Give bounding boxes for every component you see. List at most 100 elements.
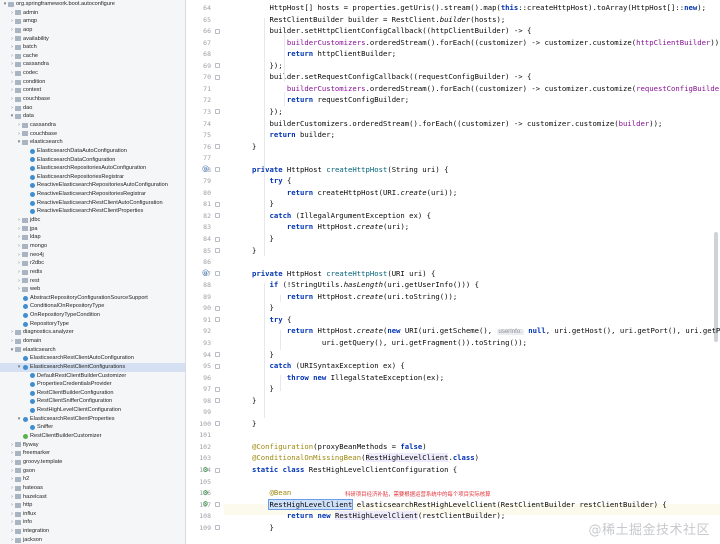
- tree-item[interactable]: ▾ ElasticsearchRestClientConfigurations: [0, 362, 185, 372]
- tree-item[interactable]: › hazelcast: [0, 493, 185, 502]
- tree-item[interactable]: › rest: [0, 277, 185, 286]
- tree-item[interactable]: RestClientBuilderCustomizer: [0, 432, 185, 441]
- tree-item[interactable]: › hateoas: [0, 484, 185, 493]
- fold-toggle-icon[interactable]: [215, 109, 220, 115]
- tree-item[interactable]: › neo4j: [0, 251, 185, 260]
- tree-item[interactable]: › freemarker: [0, 449, 185, 458]
- code-line[interactable]: builder.setHttpClientConfigCallback((htt…: [252, 25, 531, 37]
- fold-toggle-icon[interactable]: [215, 28, 220, 34]
- code-line[interactable]: }: [252, 141, 256, 153]
- tree-item[interactable]: › info: [0, 518, 185, 527]
- tree-item[interactable]: › redis: [0, 268, 185, 277]
- tree-item[interactable]: › jackson: [0, 536, 185, 544]
- tree-item[interactable]: RestHighLevelClientConfiguration: [0, 406, 185, 415]
- tree-item[interactable]: › jdbc: [0, 216, 185, 225]
- code-line[interactable]: if (!StringUtils.hasLength(uri.getUserIn…: [252, 279, 479, 291]
- code-line[interactable]: static class RestHighLevelClientConfigur…: [252, 464, 457, 476]
- tree-item[interactable]: › context: [0, 86, 185, 95]
- override-marker-icon[interactable]: @: [202, 166, 209, 173]
- tree-item[interactable]: › ldap: [0, 233, 185, 242]
- code-line[interactable]: @Bean: [252, 487, 291, 499]
- code-line[interactable]: }: [252, 418, 256, 430]
- tree-item[interactable]: › groovy.template: [0, 458, 185, 467]
- code-line[interactable]: });: [252, 106, 282, 118]
- fold-toggle-icon[interactable]: [215, 201, 220, 207]
- tree-item[interactable]: ReactiveElasticsearchRepositoriesAutoCon…: [0, 181, 185, 190]
- code-line[interactable]: @ConditionalOnMissingBean(RestHighLevelC…: [252, 452, 479, 464]
- code-line[interactable]: try {: [252, 314, 291, 326]
- tree-item[interactable]: RepositoryType: [0, 320, 185, 329]
- tree-item[interactable]: ▾ elasticsearch: [0, 346, 185, 355]
- tree-item[interactable]: › influx: [0, 510, 185, 519]
- bean-marker-icon[interactable]: ⚙: [202, 489, 209, 497]
- code-line[interactable]: }: [252, 198, 273, 210]
- fold-toggle-icon[interactable]: [215, 144, 220, 150]
- tree-item[interactable]: › diagnostics.analyzer: [0, 328, 185, 337]
- code-editor[interactable]: HttpHost[] hosts = properties.getUris().…: [224, 0, 720, 544]
- tree-item[interactable]: RestClientBuilderConfiguration: [0, 389, 185, 398]
- tree-item[interactable]: ElasticsearchRepositoriesRegistrar: [0, 173, 185, 182]
- tree-item[interactable]: › jpa: [0, 225, 185, 234]
- fold-toggle-icon[interactable]: [215, 421, 220, 427]
- tree-item[interactable]: › admin: [0, 9, 185, 18]
- code-line[interactable]: }: [252, 395, 256, 407]
- fold-toggle-icon[interactable]: [215, 167, 220, 173]
- fold-toggle-icon[interactable]: [215, 525, 220, 531]
- tree-item[interactable]: ReactiveElasticsearchRestClientAutoConfi…: [0, 199, 185, 208]
- code-line[interactable]: return createHttpHost(URI.create(uri));: [252, 187, 457, 199]
- code-line[interactable]: return HttpHost.create(uri);: [252, 221, 409, 233]
- code-line[interactable]: return new RestHighLevelClient(restClien…: [252, 510, 505, 522]
- tree-item[interactable]: Sniffer: [0, 423, 185, 432]
- bean-marker-icon[interactable]: ⚙: [202, 466, 209, 474]
- code-line[interactable]: try {: [252, 175, 291, 187]
- fold-toggle-icon[interactable]: [215, 502, 220, 508]
- tree-item[interactable]: › r2dbc: [0, 259, 185, 268]
- tree-item[interactable]: PropertiesCredentialsProvider: [0, 380, 185, 389]
- tree-item[interactable]: DefaultRestClientBuilderCustomizer: [0, 372, 185, 381]
- code-line[interactable]: return HttpHost.create(new URI(uri.getSc…: [252, 325, 720, 337]
- code-line[interactable]: return httpClientBuilder;: [252, 48, 396, 60]
- tree-item[interactable]: › amqp: [0, 17, 185, 26]
- tree-item[interactable]: › aop: [0, 26, 185, 35]
- tree-item[interactable]: › domain: [0, 337, 185, 346]
- code-line[interactable]: }: [252, 383, 273, 395]
- tree-item[interactable]: ReactiveElasticsearchRestClientPropertie…: [0, 207, 185, 216]
- tree-item[interactable]: › h2: [0, 475, 185, 484]
- code-line[interactable]: catch (IllegalArgumentException ex) {: [252, 210, 431, 222]
- tree-item[interactable]: › couchbase: [0, 130, 185, 139]
- code-line[interactable]: }: [252, 302, 273, 314]
- code-line[interactable]: }: [252, 522, 273, 534]
- tree-item[interactable]: ConditionalOnRepositoryType: [0, 302, 185, 311]
- tree-item[interactable]: › couchbase: [0, 95, 185, 104]
- tree-item[interactable]: › mongo: [0, 242, 185, 251]
- tree-item[interactable]: › flyway: [0, 441, 185, 450]
- code-line[interactable]: return HttpHost.create(uri.toString());: [252, 291, 457, 303]
- fold-toggle-icon[interactable]: [215, 213, 220, 219]
- tree-item[interactable]: › gson: [0, 467, 185, 476]
- fold-toggle-icon[interactable]: [215, 386, 220, 392]
- tree-item[interactable]: ElasticsearchDataConfiguration: [0, 156, 185, 165]
- fold-toggle-icon[interactable]: [215, 363, 220, 369]
- chevron-down-icon[interactable]: ▾: [16, 415, 22, 424]
- tree-item[interactable]: ▾ data: [0, 112, 185, 121]
- fold-toggle-icon[interactable]: [215, 236, 220, 242]
- code-line[interactable]: RestHighLevelClient elasticsearchRestHig…: [252, 498, 667, 511]
- code-line[interactable]: catch (URISyntaxException ex) {: [252, 360, 404, 372]
- tree-item[interactable]: RestClientSnifferConfiguration: [0, 397, 185, 406]
- chevron-down-icon[interactable]: ▾: [16, 363, 22, 372]
- code-line[interactable]: });: [252, 60, 282, 72]
- tree-item[interactable]: › http: [0, 501, 185, 510]
- bean-marker-icon[interactable]: ⚙: [202, 501, 209, 508]
- tree-item[interactable]: › condition: [0, 78, 185, 87]
- tree-item[interactable]: ▾ ElasticsearchRestClientProperties: [0, 415, 185, 424]
- code-line[interactable]: return requestConfigBuilder;: [252, 94, 409, 106]
- tree-item[interactable]: ▾ elasticsearch: [0, 138, 185, 147]
- fold-toggle-icon[interactable]: [215, 467, 220, 473]
- code-line[interactable]: builder.setRequestConfigCallback((reques…: [252, 71, 531, 83]
- tree-item[interactable]: › batch: [0, 43, 185, 52]
- override-marker-icon[interactable]: @: [202, 270, 209, 277]
- tree-item[interactable]: › availability: [0, 35, 185, 44]
- tree-item[interactable]: › dao: [0, 104, 185, 113]
- fold-toggle-icon[interactable]: [215, 248, 220, 254]
- fold-toggle-icon[interactable]: [215, 317, 220, 323]
